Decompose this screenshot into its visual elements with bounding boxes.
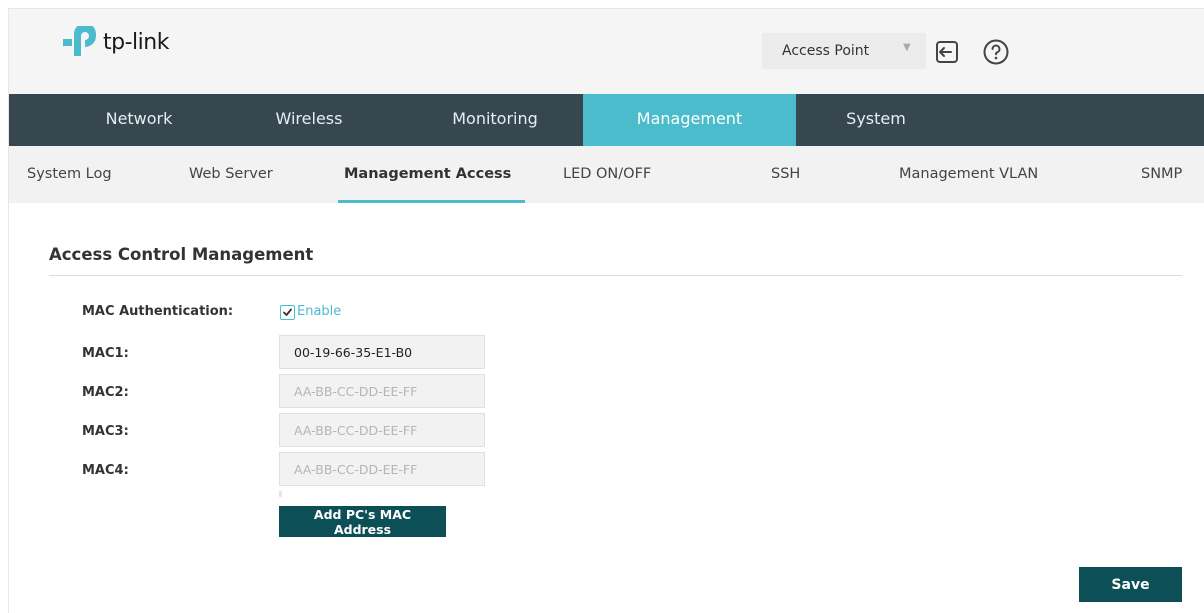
mac2-input[interactable]	[279, 374, 485, 408]
nav-management[interactable]: Management	[583, 94, 796, 146]
help-icon	[983, 39, 1009, 65]
sub-nav: System Log Web Server Management Access …	[9, 146, 1204, 203]
mac-auth-label: MAC Authentication:	[82, 304, 234, 319]
subnav-snmp[interactable]: SNMP	[1141, 146, 1182, 203]
subnav-management-vlan[interactable]: Management VLAN	[899, 146, 1038, 203]
section-title: Access Control Management	[49, 245, 314, 264]
subnav-web-server[interactable]: Web Server	[189, 146, 273, 203]
tp-link-logo[interactable]: tp-link	[61, 26, 169, 58]
mac3-input[interactable]	[279, 413, 485, 447]
nav-network[interactable]: Network	[77, 94, 201, 146]
logout-icon	[936, 41, 958, 63]
subnav-ssh[interactable]: SSH	[771, 146, 800, 203]
mode-select-value: Access Point	[782, 43, 870, 59]
logo-text: tp-link	[103, 29, 169, 55]
logout-button[interactable]	[934, 39, 960, 65]
subnav-led-on-off[interactable]: LED ON/OFF	[563, 146, 651, 203]
subnav-system-log[interactable]: System Log	[27, 146, 112, 203]
subnav-management-access[interactable]: Management Access	[344, 146, 511, 203]
mac1-input[interactable]	[279, 335, 485, 369]
tooltip-marker	[279, 491, 282, 497]
mac3-label: MAC3:	[82, 424, 129, 439]
nav-wireless[interactable]: Wireless	[247, 94, 371, 146]
help-button[interactable]	[983, 39, 1009, 65]
add-pc-mac-button[interactable]: Add PC's MAC Address	[279, 506, 446, 537]
active-tab-indicator	[338, 200, 525, 203]
mac1-label: MAC1:	[82, 346, 129, 361]
section-divider	[49, 275, 1182, 276]
mac4-input[interactable]	[279, 452, 485, 486]
mac2-label: MAC2:	[82, 385, 129, 400]
mac-auth-checkbox[interactable]	[280, 305, 295, 320]
tp-link-logo-icon	[63, 26, 96, 56]
mac-auth-enable-label[interactable]: Enable	[297, 304, 341, 319]
save-button[interactable]: Save	[1079, 567, 1182, 602]
mode-select[interactable]: Access Point ▼	[762, 33, 926, 69]
check-icon	[283, 308, 292, 316]
nav-monitoring[interactable]: Monitoring	[425, 94, 565, 146]
mac4-label: MAC4:	[82, 463, 129, 478]
page: tp-link Access Point ▼ Network Wireless …	[8, 8, 1204, 613]
main-nav: Network Wireless Monitoring Management S…	[9, 94, 1204, 146]
nav-system[interactable]: System	[826, 94, 926, 146]
header: tp-link Access Point ▼	[9, 9, 1204, 94]
chevron-down-icon: ▼	[903, 42, 911, 53]
